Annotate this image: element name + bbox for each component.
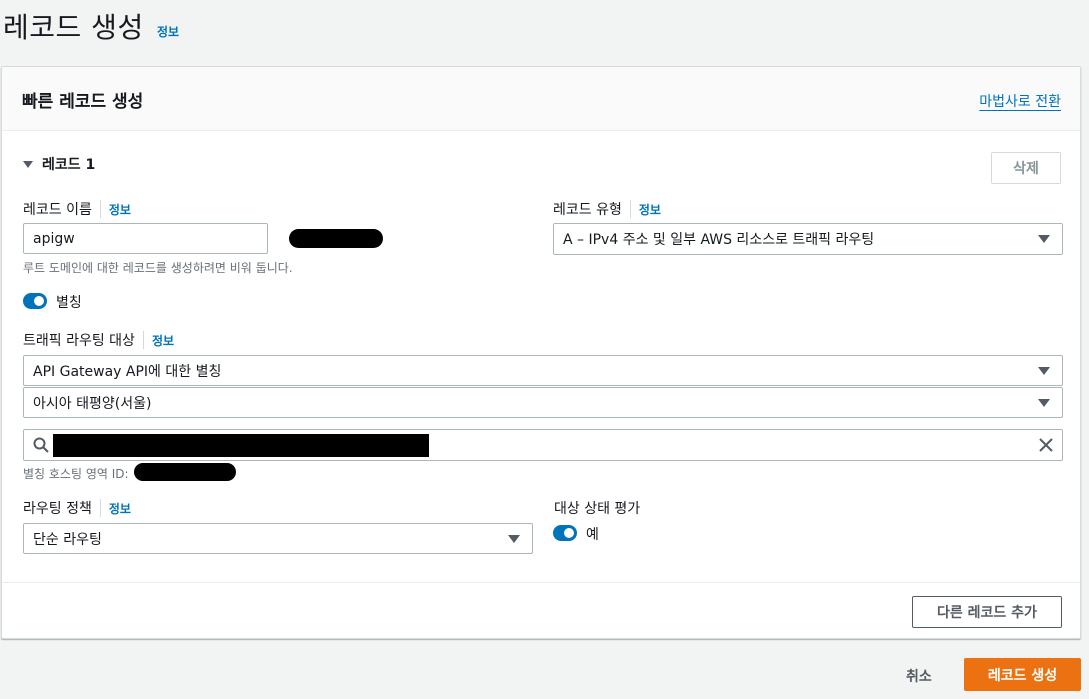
record-name-input[interactable]: apigw (23, 223, 268, 254)
caret-down-icon (1038, 398, 1050, 407)
record-type-label-text: 레코드 유형 (553, 202, 622, 218)
hosted-zone-id-redaction (134, 463, 236, 481)
page-title: 레코드 생성 (3, 11, 144, 44)
caret-down-icon (1038, 235, 1050, 243)
endpoint-value: API Gateway API에 대한 별칭 (33, 363, 222, 380)
route-traffic-label-text: 트래픽 라우팅 대상 (23, 333, 135, 349)
record-name-info-link[interactable]: 정보 (109, 201, 131, 218)
page-info-link[interactable]: 정보 (157, 23, 179, 40)
create-records-button[interactable]: 레코드 생성 (964, 658, 1081, 691)
switch-to-wizard-link[interactable]: 마법사로 전환 (979, 91, 1061, 111)
evaluate-health-toggle-label: 예 (586, 527, 599, 543)
search-icon (33, 437, 49, 453)
record-type-value: A – IPv4 주소 및 일부 AWS 리소스로 트래픽 라우팅 (563, 232, 875, 248)
caret-down-icon (1038, 366, 1050, 375)
region-select[interactable]: 아시아 태평양(서울) (23, 387, 1063, 418)
evaluate-health-label: 대상 상태 평가 (554, 501, 641, 517)
panel-title: 빠른 레코드 생성 (22, 92, 144, 112)
caret-down-icon (508, 534, 520, 543)
quick-create-panel: 빠른 레코드 생성 마법사로 전환 레코드 1 삭제 레코드 이름 정보 api… (1, 66, 1081, 639)
routing-policy-select[interactable]: 단순 라우팅 (23, 523, 533, 554)
record-name-label: 레코드 이름 정보 (23, 199, 131, 219)
record-expander[interactable]: 레코드 1 (23, 154, 95, 174)
divider (99, 499, 101, 517)
routing-policy-label-text: 라우팅 정책 (23, 501, 92, 517)
record-name-label-text: 레코드 이름 (23, 202, 92, 218)
add-another-record-button[interactable]: 다른 레코드 추가 (912, 596, 1062, 628)
routing-policy-value: 단순 라우팅 (33, 531, 102, 548)
panel-header: 빠른 레코드 생성 마법사로 전환 (2, 67, 1080, 131)
divider (142, 331, 144, 349)
divider (2, 582, 1080, 583)
alias-toggle-label: 별칭 (56, 295, 82, 311)
record-label: 레코드 1 (42, 157, 96, 173)
endpoint-search-input[interactable] (23, 429, 1063, 461)
record-type-label: 레코드 유형 정보 (553, 199, 661, 219)
alias-toggle[interactable] (23, 293, 47, 309)
close-icon[interactable] (1038, 437, 1054, 453)
search-value-redaction (53, 434, 429, 457)
cancel-button[interactable]: 취소 (906, 666, 932, 686)
domain-redaction (289, 229, 383, 248)
record-type-info-link[interactable]: 정보 (639, 201, 661, 218)
endpoint-select[interactable]: API Gateway API에 대한 별칭 (23, 355, 1063, 386)
routing-policy-label: 라우팅 정책 정보 (23, 498, 131, 518)
divider (99, 200, 101, 218)
route-traffic-info-link[interactable]: 정보 (152, 332, 174, 349)
delete-button[interactable]: 삭제 (991, 152, 1061, 184)
hosted-zone-id-label: 별칭 호스팅 영역 ID: (23, 467, 129, 481)
record-name-help: 루트 도메인에 대한 레코드를 생성하려면 비워 둡니다. (23, 261, 293, 275)
caret-down-icon (23, 160, 33, 168)
route-traffic-label: 트래픽 라우팅 대상 정보 (23, 330, 174, 350)
record-type-select[interactable]: A – IPv4 주소 및 일부 AWS 리소스로 트래픽 라우팅 (553, 223, 1063, 255)
evaluate-health-toggle[interactable] (553, 525, 577, 541)
routing-policy-info-link[interactable]: 정보 (109, 500, 131, 517)
region-value: 아시아 태평양(서울) (33, 395, 152, 412)
divider (629, 200, 631, 218)
